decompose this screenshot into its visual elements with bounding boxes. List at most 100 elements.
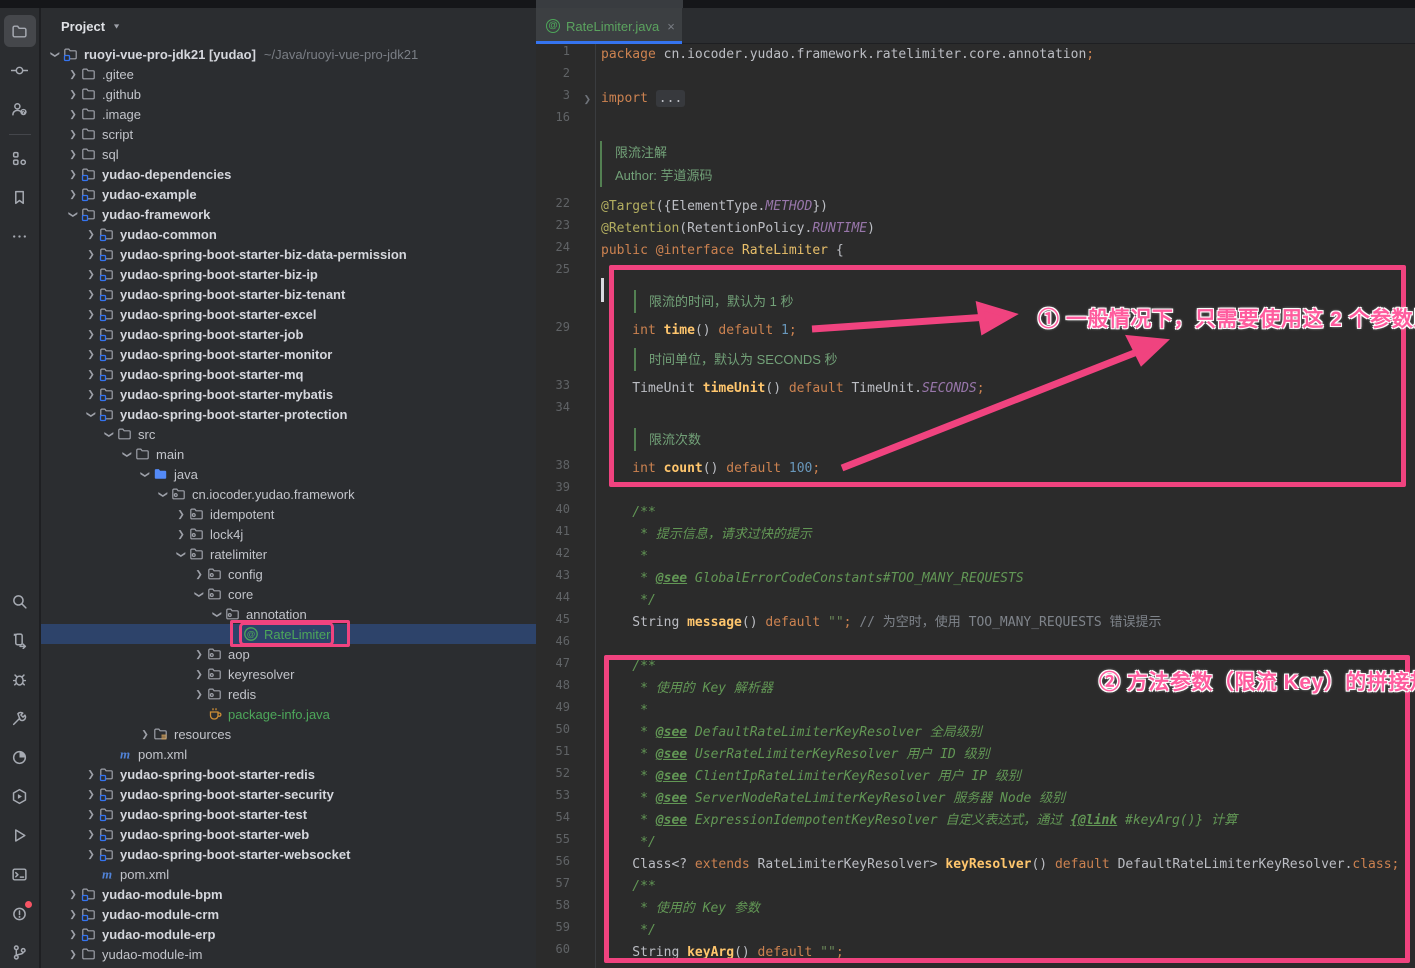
chevron-collapsed-icon[interactable]: ❯ <box>173 509 189 520</box>
tree-item-yudao-spring-boot-starter-job[interactable]: ❯yudao-spring-boot-starter-job <box>41 324 536 344</box>
chevron-expanded-icon[interactable]: ❯ <box>86 406 97 422</box>
commit-icon[interactable] <box>4 54 36 86</box>
close-tab-icon[interactable]: × <box>667 19 675 34</box>
tree-item-yudao-spring-boot-starter-biz-ip[interactable]: ❯yudao-spring-boot-starter-biz-ip <box>41 264 536 284</box>
code-line-45[interactable]: 45 String message() default ""; // 为空时，使… <box>536 612 1415 634</box>
more-icon[interactable] <box>4 220 36 252</box>
tree-item-yudao-spring-boot-starter-biz-data-permission[interactable]: ❯yudao-spring-boot-starter-biz-data-perm… <box>41 244 536 264</box>
project-folder-icon[interactable] <box>4 15 36 47</box>
rendered-doc-comment[interactable]: 时间单位，默认为 SECONDS 秒 <box>634 348 1415 371</box>
chevron-collapsed-icon[interactable]: ❯ <box>65 949 81 960</box>
chevron-expanded-icon[interactable]: ❯ <box>50 46 61 62</box>
chevron-expanded-icon[interactable]: ❯ <box>194 586 205 602</box>
chevron-expanded-icon[interactable]: ❯ <box>140 466 151 482</box>
code-with-me-icon[interactable]: ? <box>4 93 36 125</box>
tree-item-config[interactable]: ❯config <box>41 564 536 584</box>
code-line-1[interactable]: 1package cn.iocoder.yudao.framework.rate… <box>536 44 1415 66</box>
tree-item-yudao-module-im[interactable]: ❯yudao-module-im <box>41 944 536 964</box>
code-line-48[interactable]: 48 * 使用的 Key 解析器 <box>536 678 1415 700</box>
code-line-52[interactable]: 52 * @see ClientIpRateLimiterKeyResolver… <box>536 766 1415 788</box>
code-line-22[interactable]: 22@Target({ElementType.METHOD}) <box>536 196 1415 218</box>
chevron-collapsed-icon[interactable]: ❯ <box>65 929 81 940</box>
code-line-57[interactable]: 57 /** <box>536 876 1415 898</box>
fold-chevron-icon[interactable]: ❯ <box>583 88 591 110</box>
code-line-59[interactable]: 59 */ <box>536 920 1415 942</box>
tree-item-src[interactable]: ❯src <box>41 424 536 444</box>
chevron-collapsed-icon[interactable]: ❯ <box>83 349 99 360</box>
tree-item-resources[interactable]: ❯resources <box>41 724 536 744</box>
code-line-55[interactable]: 55 */ <box>536 832 1415 854</box>
tree-item-idempotent[interactable]: ❯idempotent <box>41 504 536 524</box>
chevron-collapsed-icon[interactable]: ❯ <box>191 689 207 700</box>
code-line-23[interactable]: 23@Retention(RetentionPolicy.RUNTIME) <box>536 218 1415 240</box>
tree-item-core[interactable]: ❯core <box>41 584 536 604</box>
project-panel-header[interactable]: Project ▼ <box>41 8 536 44</box>
chevron-collapsed-icon[interactable]: ❯ <box>65 89 81 100</box>
tree-item-yudao-spring-boot-starter-web[interactable]: ❯yudao-spring-boot-starter-web <box>41 824 536 844</box>
tree-item-yudao-spring-boot-starter-test[interactable]: ❯yudao-spring-boot-starter-test <box>41 804 536 824</box>
code-line-41[interactable]: 41 * 提示信息，请求过快的提示 <box>536 524 1415 546</box>
run-anything-icon[interactable] <box>4 624 36 656</box>
code-line-50[interactable]: 50 * @see DefaultRateLimiterKeyResolver … <box>536 722 1415 744</box>
chevron-expanded-icon[interactable]: ❯ <box>176 546 187 562</box>
tree-item-yudao-spring-boot-starter-redis[interactable]: ❯yudao-spring-boot-starter-redis <box>41 764 536 784</box>
chevron-collapsed-icon[interactable]: ❯ <box>173 529 189 540</box>
chevron-collapsed-icon[interactable]: ❯ <box>65 69 81 80</box>
chevron-collapsed-icon[interactable]: ❯ <box>65 109 81 120</box>
code-line-42[interactable]: 42 * <box>536 546 1415 568</box>
code-line-29[interactable]: 29 int time() default 1; <box>536 320 1415 342</box>
tree-item-yudao-spring-boot-starter-security[interactable]: ❯yudao-spring-boot-starter-security <box>41 784 536 804</box>
chevron-expanded-icon[interactable]: ❯ <box>104 426 115 442</box>
tree-item-yudao-module-crm[interactable]: ❯yudao-module-crm <box>41 904 536 924</box>
tree-item--github[interactable]: ❯.github <box>41 84 536 104</box>
tree-item-yudao-dependencies[interactable]: ❯yudao-dependencies <box>41 164 536 184</box>
chevron-collapsed-icon[interactable]: ❯ <box>83 269 99 280</box>
chevron-expanded-icon[interactable]: ❯ <box>68 206 79 222</box>
code-line-49[interactable]: 49 * <box>536 700 1415 722</box>
token-fold[interactable]: ... <box>656 90 685 107</box>
tree-item-script[interactable]: ❯script <box>41 124 536 144</box>
chevron-expanded-icon[interactable]: ❯ <box>122 446 133 462</box>
problems-icon[interactable] <box>4 897 36 929</box>
chevron-collapsed-icon[interactable]: ❯ <box>65 169 81 180</box>
tree-item-yudao-spring-boot-starter-websocket[interactable]: ❯yudao-spring-boot-starter-websocket <box>41 844 536 864</box>
tree-item-yudao-spring-boot-starter-biz-tenant[interactable]: ❯yudao-spring-boot-starter-biz-tenant <box>41 284 536 304</box>
tree-item-yudao-spring-boot-starter-protection[interactable]: ❯yudao-spring-boot-starter-protection <box>41 404 536 424</box>
code-line-43[interactable]: 43 * @see GlobalErrorCodeConstants#TOO_M… <box>536 568 1415 590</box>
code-line-47[interactable]: 47 /** <box>536 656 1415 678</box>
tree-item-ratelimiter[interactable]: @RateLimiter <box>41 624 536 644</box>
chevron-collapsed-icon[interactable]: ❯ <box>83 849 99 860</box>
tree-item-yudao-module-bpm[interactable]: ❯yudao-module-bpm <box>41 884 536 904</box>
chevron-collapsed-icon[interactable]: ❯ <box>83 289 99 300</box>
code-line-16[interactable]: 16 <box>536 110 1415 132</box>
tree-item-yudao-spring-boot-starter-mq[interactable]: ❯yudao-spring-boot-starter-mq <box>41 364 536 384</box>
chevron-collapsed-icon[interactable]: ❯ <box>83 829 99 840</box>
chevron-collapsed-icon[interactable]: ❯ <box>191 569 207 580</box>
code-line-44[interactable]: 44 */ <box>536 590 1415 612</box>
chevron-collapsed-icon[interactable]: ❯ <box>65 149 81 160</box>
chevron-collapsed-icon[interactable]: ❯ <box>65 909 81 920</box>
code-line-54[interactable]: 54 * @see ExpressionIdempotentKeyResolve… <box>536 810 1415 832</box>
code-line-53[interactable]: 53 * @see ServerNodeRateLimiterKeyResolv… <box>536 788 1415 810</box>
tree-item-yudao-module-erp[interactable]: ❯yudao-module-erp <box>41 924 536 944</box>
tree-item-yudao-spring-boot-starter-excel[interactable]: ❯yudao-spring-boot-starter-excel <box>41 304 536 324</box>
chevron-expanded-icon[interactable]: ❯ <box>212 606 223 622</box>
tree-item-yudao-example[interactable]: ❯yudao-example <box>41 184 536 204</box>
code-line-60[interactable]: 60 String keyArg() default ""; <box>536 942 1415 964</box>
code-line-46[interactable]: 46 <box>536 634 1415 656</box>
rendered-doc-comment[interactable]: 限流注解Author: 芋道源码 <box>600 141 1415 187</box>
rendered-doc-comment[interactable]: 限流的时间，默认为 1 秒 <box>634 290 1415 313</box>
code-line-25[interactable]: 25 <box>536 262 1415 284</box>
services-icon[interactable] <box>4 780 36 812</box>
tree-item-redis[interactable]: ❯redis <box>41 684 536 704</box>
chevron-collapsed-icon[interactable]: ❯ <box>191 669 207 680</box>
tree-item-ratelimiter[interactable]: ❯ratelimiter <box>41 544 536 564</box>
chevron-collapsed-icon[interactable]: ❯ <box>83 309 99 320</box>
tree-item-package-info-java[interactable]: package-info.java <box>41 704 536 724</box>
code-line-24[interactable]: 24public @interface RateLimiter { <box>536 240 1415 262</box>
code-line-39[interactable]: 39 <box>536 480 1415 502</box>
chevron-collapsed-icon[interactable]: ❯ <box>191 649 207 660</box>
code-line-58[interactable]: 58 * 使用的 Key 参数 <box>536 898 1415 920</box>
chevron-collapsed-icon[interactable]: ❯ <box>83 789 99 800</box>
tree-item-yudao-common[interactable]: ❯yudao-common <box>41 224 536 244</box>
